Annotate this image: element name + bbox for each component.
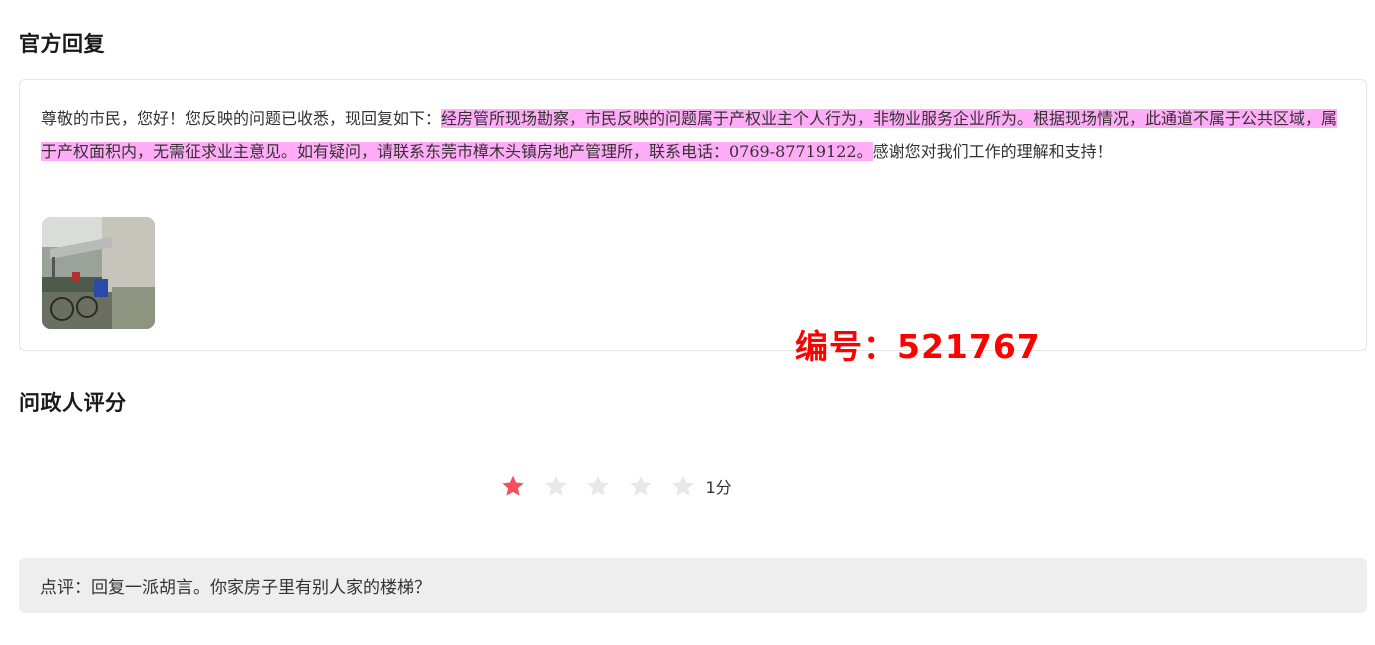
rating-score-label: 1分 <box>705 478 732 497</box>
photo-thumbnail-icon <box>42 217 155 329</box>
star-icon-3[interactable] <box>585 473 611 499</box>
reply-text-start: 尊敬的市民，您好！您反映的问题已收悉，现回复如下： <box>41 109 442 128</box>
reply-text-end: 感谢您对我们工作的理解和支持！ <box>872 142 1113 161</box>
reply-photo-thumbnail[interactable] <box>42 217 155 329</box>
star-icon-1[interactable] <box>500 473 526 499</box>
watermark-id: 编号：521767 <box>795 327 1041 366</box>
rating-title: 问政人评分 <box>19 391 127 415</box>
comment-text: 点评：回复一派胡言。你家房子里有别人家的楼梯？ <box>40 578 431 598</box>
star-rating: 1分 <box>500 472 732 500</box>
comment-box: 点评：回复一派胡言。你家房子里有别人家的楼梯？ <box>19 558 1367 613</box>
official-reply-title: 官方回复 <box>19 32 105 56</box>
star-icon-5[interactable] <box>670 473 696 499</box>
star-icon-2[interactable] <box>543 473 569 499</box>
reply-card: 尊敬的市民，您好！您反映的问题已收悉，现回复如下：经房管所现场勘察，市民反映的问… <box>19 79 1367 351</box>
reply-text: 尊敬的市民，您好！您反映的问题已收悉，现回复如下：经房管所现场勘察，市民反映的问… <box>41 102 1341 168</box>
star-icon-4[interactable] <box>628 473 654 499</box>
